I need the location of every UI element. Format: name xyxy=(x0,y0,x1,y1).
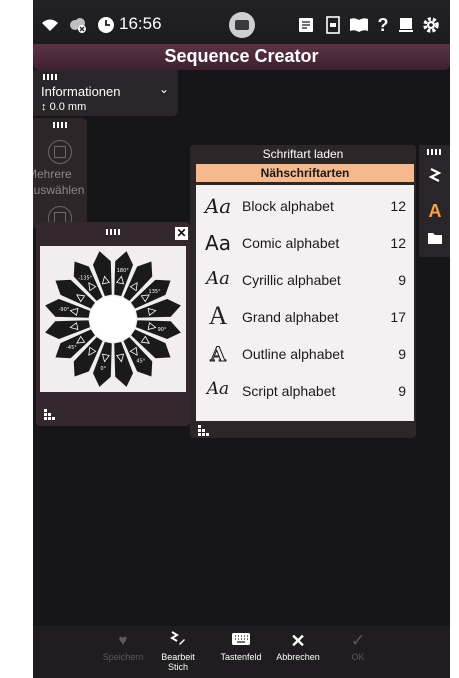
font-name: Cyrillic alphabet xyxy=(242,272,341,288)
stitch-view-icon[interactable] xyxy=(295,14,317,36)
chevron-down-icon[interactable]: ⌄ xyxy=(159,82,169,96)
stitch-icon[interactable] xyxy=(423,167,447,191)
ok-label: OK xyxy=(351,652,365,662)
cancel-button[interactable]: ✕ Abbrechen xyxy=(268,626,328,662)
font-count: 12 xyxy=(390,235,406,251)
rotation-angle-label: -45° xyxy=(66,345,77,351)
rotation-angle-label: -135° xyxy=(78,275,92,281)
status-time: 16:56 xyxy=(119,14,162,33)
rotation-panel: ✕ 180° 135° 90° 45° 0° -45° -90° -135° xyxy=(36,222,190,426)
font-preview-glyph: Aa xyxy=(206,268,230,289)
edit-stitch-icon xyxy=(148,630,208,652)
font-preview-glyph: Aa xyxy=(206,379,230,399)
font-item-outline[interactable]: A Outline alphabet 9 xyxy=(196,336,414,372)
folder-icon[interactable] xyxy=(423,229,447,253)
help-icon[interactable]: ? xyxy=(372,14,394,36)
close-icon[interactable]: ✕ xyxy=(175,227,188,240)
checkmark-icon: ✓ xyxy=(350,631,366,650)
tab-fonts[interactable]: A xyxy=(423,199,447,223)
keyboard-label: Tastenfeld xyxy=(220,652,262,662)
save-button[interactable]: ♥ Speichern xyxy=(93,626,153,662)
cancel-label: Abbrechen xyxy=(276,652,320,662)
info-panel-label: Informationen xyxy=(41,84,121,99)
page-title: Sequence Creator xyxy=(164,46,319,66)
info-length-value: ↕ 0.0 mm xyxy=(41,101,86,113)
rotation-angle-label: 45° xyxy=(136,359,145,365)
resize-handle[interactable] xyxy=(198,424,210,442)
rotation-angle-label: 0° xyxy=(100,366,106,372)
font-item-block[interactable]: Aa Block alphabet 12 xyxy=(196,188,414,224)
font-list: Aa Block alphabet 12 Aa Comic alphabet 1… xyxy=(196,185,414,421)
font-name: Comic alphabet xyxy=(242,235,340,251)
rotation-angle-label: 90° xyxy=(158,327,167,333)
font-item-cyrillic[interactable]: Aa Cyrillic alphabet 9 xyxy=(196,262,414,298)
heart-icon: ♥ xyxy=(118,632,128,649)
tab-sewing-fonts[interactable]: Nähschriftarten xyxy=(196,164,414,182)
bottom-action-bar: ♥ Speichern Bearbeit Stich Tastenfeld ✕ … xyxy=(33,626,450,678)
font-item-comic[interactable]: Aa Comic alphabet 12 xyxy=(196,225,414,261)
font-preview-glyph: Aa xyxy=(204,194,232,218)
edit-stitch-label-line2: Stich xyxy=(167,662,188,672)
font-panel-header: Schriftart laden xyxy=(262,147,344,161)
font-preview-glyph: A xyxy=(210,342,227,367)
height-arrow-icon: ↕ xyxy=(41,101,47,113)
rotation-angle-label: 135° xyxy=(149,289,162,295)
font-count: 9 xyxy=(398,346,406,362)
resize-handle[interactable] xyxy=(44,408,56,426)
font-count: 9 xyxy=(398,272,406,288)
multi-select-panel: Mehrere auswählen xyxy=(33,118,89,230)
font-name: Script alphabet xyxy=(242,383,336,399)
embroidery-unit-icon[interactable] xyxy=(229,12,255,38)
machine-icon[interactable] xyxy=(395,14,417,36)
cloud-sync-icon[interactable] xyxy=(67,14,89,36)
font-preview-glyph: Aa xyxy=(205,231,231,255)
keyboard-button[interactable]: Tastenfeld xyxy=(211,626,271,662)
machine-screen: 16:56 ? Sequence Creator Informationen ⌄… xyxy=(33,0,450,678)
info-panel[interactable]: Informationen ⌄ ↕ 0.0 mm xyxy=(33,70,178,116)
ok-button[interactable]: ✓ OK xyxy=(328,626,388,662)
info-length-text: 0.0 mm xyxy=(49,101,87,113)
multi-select-label[interactable]: Mehrere auswählen xyxy=(33,166,89,198)
font-item-grand[interactable]: A Grand alphabet 17 xyxy=(196,299,414,335)
rotation-wheel[interactable]: 180° 135° 90° 45° 0° -45° -90° -135° xyxy=(40,246,186,392)
edit-stitch-button[interactable]: Bearbeit Stich xyxy=(148,626,208,672)
book-icon[interactable] xyxy=(348,14,370,36)
save-label: Speichern xyxy=(102,652,144,662)
font-panel-side-tabs: A xyxy=(419,145,450,257)
rotation-center xyxy=(90,296,136,342)
rotation-angle-label: 180° xyxy=(117,268,130,274)
drag-handle[interactable] xyxy=(106,229,120,235)
drag-handle[interactable] xyxy=(427,149,441,155)
rotation-wheel-graphic: 180° 135° 90° 45° 0° -45° -90° -135° xyxy=(43,249,183,389)
font-name: Grand alphabet xyxy=(242,309,339,325)
edit-stitch-label-line1: Bearbeit xyxy=(161,652,195,662)
machine-info-icon[interactable] xyxy=(322,14,344,36)
drag-handle[interactable] xyxy=(43,74,57,80)
wifi-icon[interactable] xyxy=(39,14,61,36)
drag-handle[interactable] xyxy=(53,122,67,128)
multi-select-icon[interactable] xyxy=(48,140,72,164)
title-bar: Sequence Creator xyxy=(33,44,450,70)
keyboard-icon xyxy=(211,630,271,652)
clock-icon xyxy=(95,14,117,36)
font-count: 12 xyxy=(390,198,406,214)
settings-gear-icon[interactable] xyxy=(420,14,442,36)
font-count: 17 xyxy=(390,309,406,325)
status-bar: 16:56 ? xyxy=(33,0,450,50)
font-panel: Schriftart laden Nähschriftarten Aa Bloc… xyxy=(190,145,416,438)
font-name: Block alphabet xyxy=(242,198,334,214)
font-preview-glyph: A xyxy=(208,301,228,330)
font-count: 9 xyxy=(398,383,406,399)
font-item-script[interactable]: Aa Script alphabet 9 xyxy=(196,373,414,409)
rotation-angle-label: -90° xyxy=(59,307,70,313)
close-icon: ✕ xyxy=(290,631,306,651)
font-name: Outline alphabet xyxy=(242,346,344,362)
